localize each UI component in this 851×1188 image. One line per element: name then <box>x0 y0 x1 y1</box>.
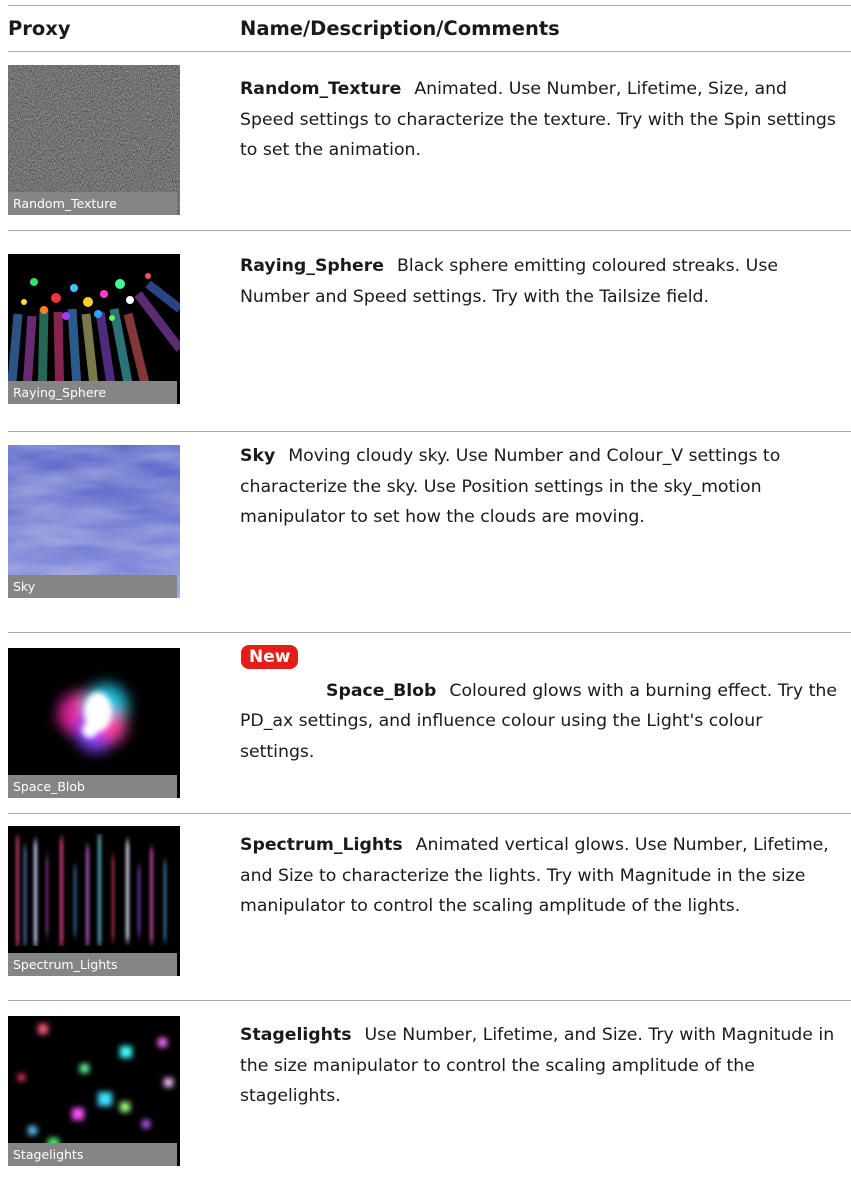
proxy-thumbnail-raying-sphere: Raying_Sphere <box>8 254 180 404</box>
proxy-name: Random_Texture <box>240 79 402 99</box>
header-proxy: Proxy <box>8 17 71 40</box>
row-description: New Space_Blob Coloured glows with a burni… <box>240 645 841 767</box>
table-row: Raying_Sphere Raying_Sphere Black sphere … <box>8 231 851 432</box>
new-badge: New <box>241 645 299 669</box>
proxy-thumbnail-stagelights: Stagelights <box>8 1016 180 1166</box>
proxy-thumbnail-space-blob: Space_Blob <box>8 648 180 798</box>
proxy-thumbnail-spectrum-lights: Spectrum_Lights <box>8 826 180 976</box>
table-row: Spectrum_Lights Spectrum_Lights Animated … <box>8 814 851 1001</box>
table-row: Space_Blob New Space_Blob Coloured glows w… <box>8 633 851 814</box>
proxy-thumbnail-random-texture: Random_Texture <box>8 65 180 215</box>
row-description: Raying_Sphere Black sphere emitting colou… <box>240 251 841 312</box>
description-text: Moving cloudy sky. Use Number and Colour… <box>240 446 781 527</box>
proxy-name: Raying_Sphere <box>240 256 385 276</box>
row-description: Stagelights Use Number, Lifetime, and Siz… <box>240 1020 841 1112</box>
header-name-description: Name/Description/Comments <box>240 17 560 40</box>
proxy-name: Spectrum_Lights <box>240 835 403 855</box>
proxy-label: Sky <box>8 575 177 598</box>
header-rule-top <box>8 5 851 6</box>
proxy-label: Stagelights <box>8 1143 177 1166</box>
proxy-label: Raying_Sphere <box>8 381 177 404</box>
table-row: Stagelights Stagelights Use Number, Lifet… <box>8 1001 851 1188</box>
proxy-name: Sky <box>240 446 276 466</box>
proxy-name: Stagelights <box>240 1025 352 1045</box>
proxy-label: Random_Texture <box>8 192 177 215</box>
table-row: Sky Sky Moving cloudy sky. Use Number and… <box>8 432 851 633</box>
row-description: Spectrum_Lights Animated vertical glows. … <box>240 830 841 922</box>
row-description: Random_Texture Animated. Use Number, Life… <box>240 74 841 166</box>
proxy-name: Space_Blob <box>326 680 437 701</box>
proxy-label: Space_Blob <box>8 775 177 798</box>
proxy-label: Spectrum_Lights <box>8 953 177 976</box>
proxy-thumbnail-sky: Sky <box>8 445 180 598</box>
table-row: Random_Texture Random_Texture Animated. U… <box>8 52 851 231</box>
row-description: Sky Moving cloudy sky. Use Number and Col… <box>240 441 841 533</box>
